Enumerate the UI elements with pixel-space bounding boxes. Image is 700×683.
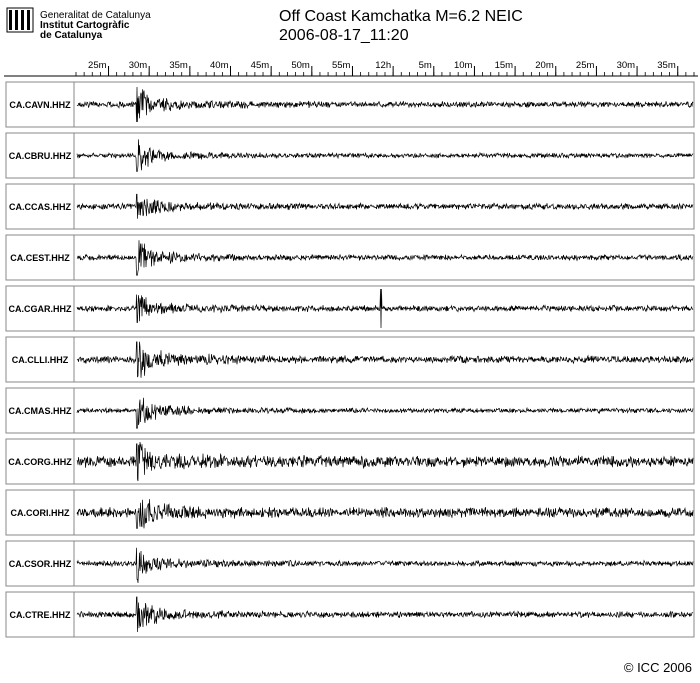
x-tick-label: 10m	[454, 60, 473, 71]
x-tick-label: 55m	[332, 60, 351, 71]
station-label: CA.CBRU.HHZ	[9, 151, 72, 161]
station-label: CA.CMAS.HHZ	[9, 406, 72, 416]
x-tick-label: 25m	[88, 60, 107, 71]
x-tick-label: 35m	[657, 60, 676, 71]
seismic-trace	[76, 441, 694, 482]
x-tick-label: 30m	[129, 60, 148, 71]
station-label: CA.CTRE.HHZ	[10, 610, 71, 620]
seismic-trace	[76, 499, 694, 529]
seismic-trace	[76, 86, 694, 123]
station-label: CA.CORI.HHZ	[11, 508, 70, 518]
x-tick-label: 35m	[169, 60, 188, 71]
seismic-trace	[76, 341, 694, 378]
seismic-trace	[76, 397, 694, 429]
seismic-trace	[76, 139, 694, 172]
station-label: CA.CCAS.HHZ	[9, 202, 72, 212]
x-tick-label: 12h	[375, 60, 391, 71]
x-tick-label: 15m	[495, 60, 514, 71]
seismic-trace	[76, 547, 694, 584]
x-tick-label: 20m	[535, 60, 554, 71]
station-label: CA.CSOR.HHZ	[9, 559, 72, 569]
station-label: CA.CAVN.HHZ	[9, 100, 71, 110]
x-tick-label: 25m	[576, 60, 595, 71]
x-tick-label: 50m	[291, 60, 310, 71]
x-tick-label: 5m	[419, 60, 432, 71]
seismogram-plot: 25m 30m 35m 40m 45m 50m 55m 12h 5m 10m 15m 20m 25m 30…	[4, 60, 698, 638]
x-tick-label: 45m	[251, 60, 270, 71]
x-tick-label: 30m	[617, 60, 636, 71]
x-tick-label: 40m	[210, 60, 229, 71]
seismic-trace	[76, 288, 694, 329]
seismic-trace	[76, 193, 694, 219]
station-label: CA.CGAR.HHZ	[9, 304, 72, 314]
seismic-trace	[76, 240, 694, 276]
seismic-trace	[76, 596, 694, 633]
copyright-notice: © ICC 2006	[623, 660, 692, 675]
station-label: CA.CEST.HHZ	[10, 253, 70, 263]
station-label: CA.CORG.HHZ	[8, 457, 72, 467]
station-label: CA.CLLI.HHZ	[12, 355, 69, 365]
